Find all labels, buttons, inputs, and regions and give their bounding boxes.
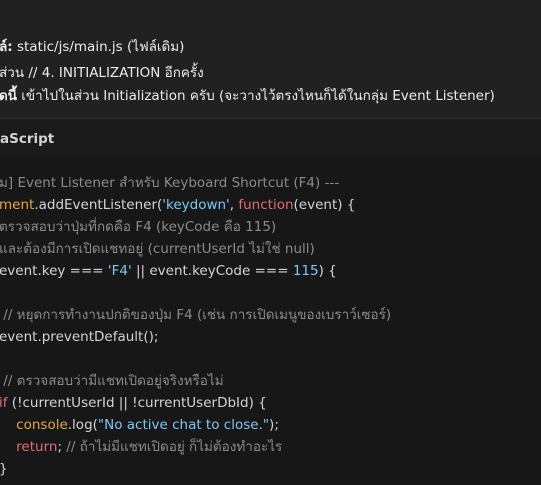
prose-line-section-text: ส่วน // 4. INITIALIZATION อีกครั้ง	[0, 65, 204, 81]
code-token-plain: .addEventListener(	[34, 197, 163, 213]
code-line: event.key === 'F4' || event.keyCode === …	[0, 261, 337, 281]
code-token-plain: (!currentUserId || !currentUserDbId) {	[7, 395, 267, 411]
code-token-comment: // ถ้าไม่มีแชทเปิดอยู่ ก็ไม่ต้องทำอะไร	[66, 439, 283, 455]
code-token-comment: ตรวจสอบว่าปุ่มที่กดคือ F4 (keyCode คือ 1…	[0, 219, 277, 235]
prose-line-instruction: ดนี้ เข้าไปในส่วน Initialization ครับ (จ…	[0, 84, 495, 106]
code-line: ment.addEventListener('keydown', functio…	[0, 195, 355, 215]
code-line: ม] Event Listener สำหรับ Keyboard Shortc…	[0, 173, 339, 193]
code-token-string: "No active chat to close."	[97, 417, 270, 433]
code-block-body: ม] Event Listener สำหรับ Keyboard Shortc…	[0, 159, 541, 485]
code-token-plain: ) {	[318, 263, 337, 279]
code-token-comment: // ตรวจสอบว่ามีแชทเปิดอยู่จริงหรือไม่	[0, 373, 224, 389]
code-token-keyword: return	[16, 439, 58, 455]
code-token-plain: .log(	[67, 417, 98, 433]
code-token-plain: );	[269, 417, 279, 433]
code-token-string: 'keydown'	[162, 197, 230, 213]
code-line: console.log("No active chat to close.");	[0, 415, 279, 435]
code-line: return; // ถ้าไม่มีแชทเปิดอยู่ ก็ไม่ต้อง…	[0, 437, 282, 457]
code-token-comment: ม] Event Listener สำหรับ Keyboard Shortc…	[0, 175, 340, 191]
code-token-keyword: if	[0, 395, 8, 411]
prose-line-instruction-label: ดนี้	[0, 88, 17, 104]
code-token-plain: ;	[57, 439, 67, 455]
prose-line-file-text: static/js/main.js (ไฟล์เดิม)	[12, 39, 185, 55]
code-language-label: aScript	[0, 131, 55, 147]
code-line: // หยุดการทำงานปกติของปุ่ม F4 (เช่น การเ…	[0, 305, 391, 325]
code-token-plain: }	[0, 461, 8, 477]
code-token-fn: console	[16, 417, 68, 433]
code-token-comment: // หยุดการทำงานปกติของปุ่ม F4 (เช่น การเ…	[0, 307, 392, 323]
code-token-comment: และต้องมีการเปิดแชทอยู่ (currentUserId ไ…	[0, 241, 315, 257]
prose-line-file-label: ล์:	[0, 39, 13, 55]
code-line: // ตรวจสอบว่ามีแชทเปิดอยู่จริงหรือไม่	[0, 371, 224, 391]
code-token-keyword: function	[238, 197, 294, 213]
code-line: และต้องมีการเปิดแชทอยู่ (currentUserId ไ…	[0, 239, 315, 259]
code-line: if (!currentUserId || !currentUserDbId) …	[0, 393, 267, 413]
prose-line-file: ล์: static/js/main.js (ไฟล์เดิม)	[0, 35, 184, 57]
code-token-plain: event.preventDefault();	[0, 329, 159, 345]
code-line: }	[0, 459, 8, 479]
code-line: event.preventDefault();	[0, 327, 158, 347]
prose-line-section: ส่วน // 4. INITIALIZATION อีกครั้ง	[0, 61, 204, 83]
code-token-plain: (event) {	[293, 197, 356, 213]
code-token-number: 115	[292, 263, 319, 279]
code-block-header	[0, 119, 541, 159]
code-token-string: 'F4'	[107, 263, 132, 279]
code-line: ตรวจสอบว่าปุ่มที่กดคือ F4 (keyCode คือ 1…	[0, 217, 276, 237]
prose-line-instruction-text: เข้าไปในส่วน Initialization ครับ (จะวางไ…	[17, 88, 495, 104]
code-token-plain: event.key ===	[0, 263, 108, 279]
prose-section: ล์: static/js/main.js (ไฟล์เดิม) ส่วน //…	[0, 0, 541, 118]
code-token-fn: ment	[0, 197, 35, 213]
code-token-plain: || event.keyCode ===	[131, 263, 293, 279]
